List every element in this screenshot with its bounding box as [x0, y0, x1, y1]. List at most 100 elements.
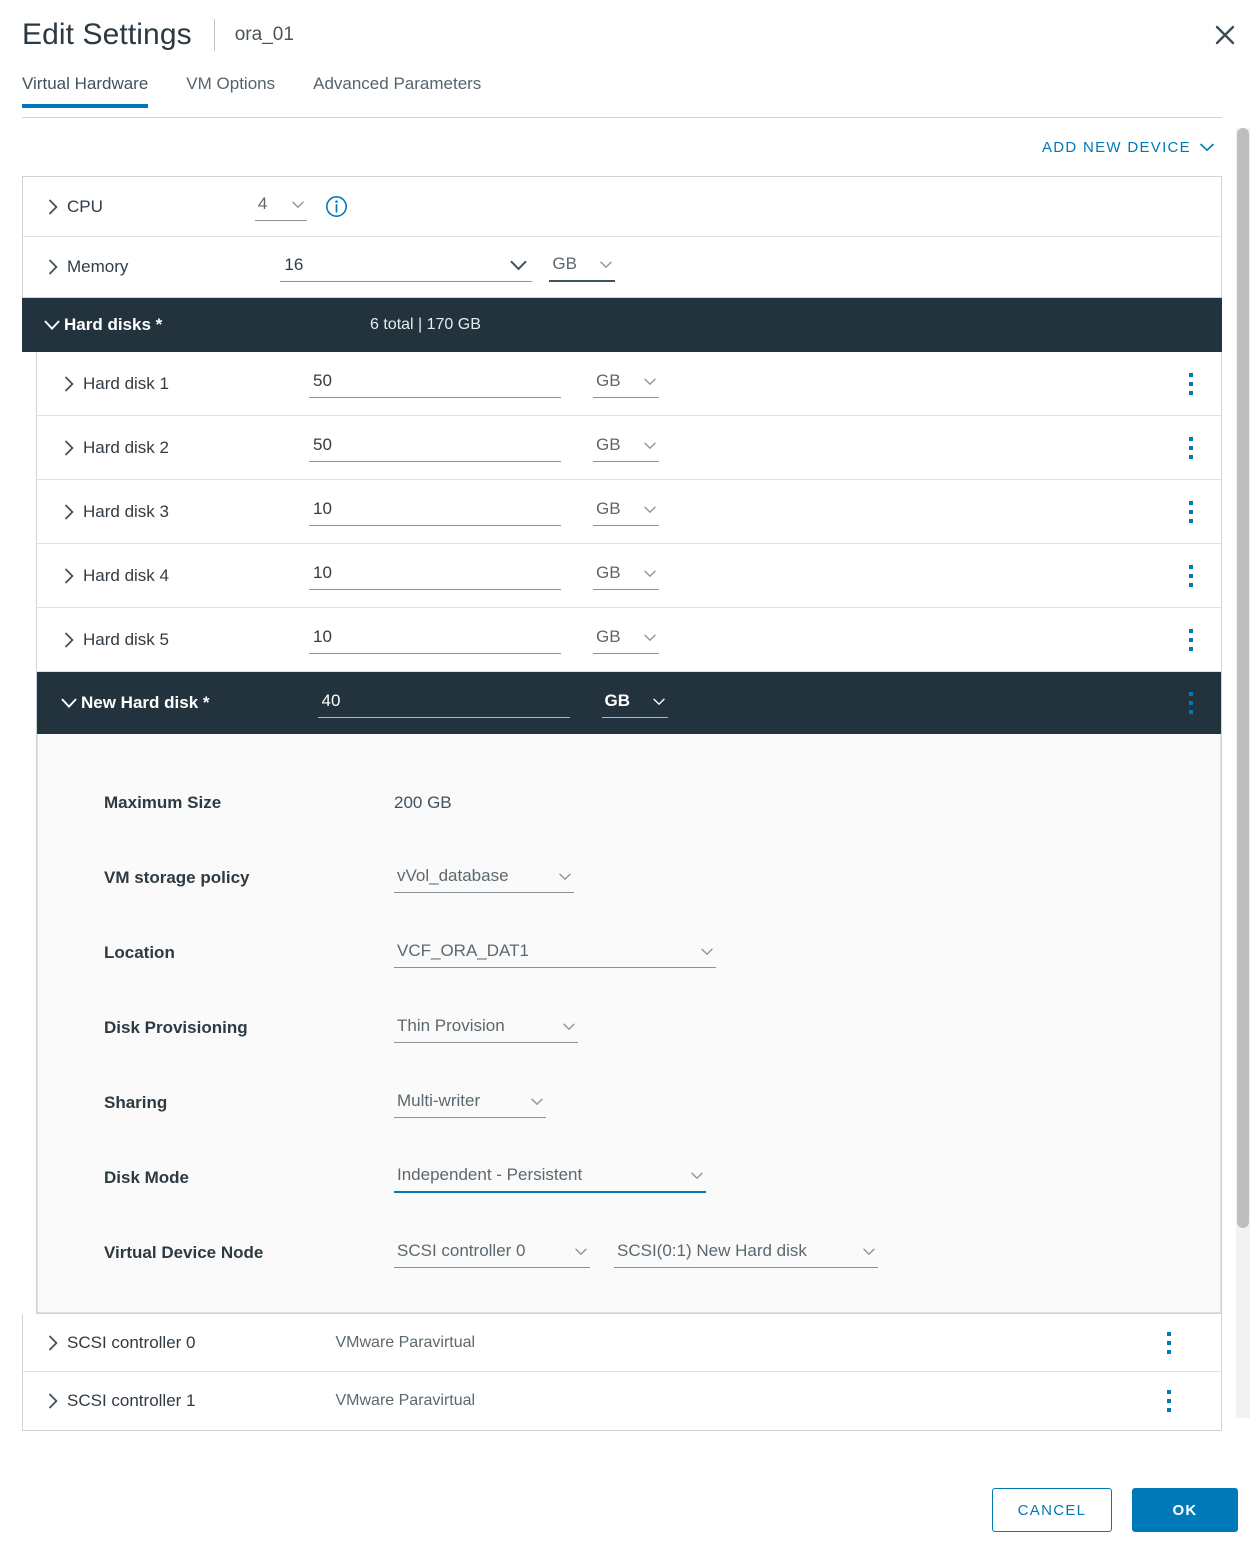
cpu-controls: 4: [254, 192, 348, 221]
new-hard-disk-unit-select[interactable]: GB: [601, 689, 668, 718]
hard-disk-unit-select[interactable]: GB: [592, 369, 659, 398]
field-virtual-device-node: Virtual Device Node SCSI controller 0 SC…: [38, 1228, 1220, 1278]
field-maximum-size: Maximum Size 200 GB: [38, 778, 1220, 828]
hard-disk-size-controls: GB: [308, 369, 659, 398]
hard-disk-more-actions-icon[interactable]: [1185, 369, 1197, 399]
vertical-scrollbar[interactable]: [1236, 128, 1250, 1418]
field-label: Disk Mode: [104, 1168, 190, 1187]
hard-disks-summary: 6 total | 170 GB: [370, 316, 481, 333]
close-button[interactable]: [1208, 18, 1242, 52]
chevron-down-icon: [531, 1091, 543, 1111]
chevron-right-icon[interactable]: [59, 376, 79, 392]
hard-disk-size-input[interactable]: [308, 625, 561, 654]
hard-disk-unit-select[interactable]: GB: [592, 497, 659, 526]
hard-disk-label: Hard disk 4: [83, 565, 169, 585]
cancel-button[interactable]: CANCEL: [992, 1488, 1112, 1532]
hard-disk-unit-select[interactable]: GB: [592, 433, 659, 462]
new-hard-disk-label: New Hard disk *: [81, 693, 210, 712]
info-circle-icon[interactable]: [325, 195, 348, 218]
memory-dropdown-caret-icon[interactable]: [510, 258, 527, 276]
hard-disk-row[interactable]: Hard disk 1 GB: [37, 352, 1221, 416]
chevron-down-icon[interactable]: [59, 698, 79, 709]
chevron-right-icon[interactable]: [59, 440, 79, 456]
location-select[interactable]: VCF_ORA_DAT1: [394, 939, 716, 968]
hard-disk-more-actions-icon[interactable]: [1185, 625, 1197, 655]
controller-label: SCSI controller 0: [67, 1332, 196, 1352]
new-hard-disk-row[interactable]: New Hard disk * GB: [37, 672, 1221, 734]
hard-disk-unit-select[interactable]: GB: [592, 625, 659, 654]
device-list-top: CPU 4 Memory 16 GB: [22, 176, 1222, 298]
virtual-device-node-controller-select[interactable]: SCSI controller 0: [394, 1239, 590, 1268]
tab-virtual-hardware[interactable]: Virtual Hardware: [22, 70, 149, 108]
memory-unit-select[interactable]: GB: [549, 252, 616, 282]
tab-vm-options[interactable]: VM Options: [186, 70, 275, 108]
virtual-device-node-slot-select[interactable]: SCSI(0:1) New Hard disk: [614, 1239, 878, 1268]
disk-mode-select[interactable]: Independent - Persistent: [394, 1163, 706, 1193]
chevron-down-icon: [575, 1241, 587, 1261]
device-row-scsi-controller-1[interactable]: SCSI controller 1 VMware Paravirtual: [23, 1372, 1221, 1430]
hard-disk-row[interactable]: Hard disk 5 GB: [37, 608, 1221, 672]
chevron-right-icon[interactable]: [59, 504, 79, 520]
chevron-down-icon: [292, 194, 304, 214]
new-hard-disk-size-controls: GB: [317, 688, 668, 718]
vm-storage-policy-value: vVol_database: [397, 865, 509, 885]
tab-advanced-parameters[interactable]: Advanced Parameters: [313, 70, 481, 108]
hard-disk-row[interactable]: Hard disk 4 GB: [37, 544, 1221, 608]
hard-disk-rows: Hard disk 1 GB Hard disk 2: [36, 352, 1222, 1314]
add-new-device-label: ADD NEW DEVICE: [1041, 138, 1191, 156]
tab-bar: Virtual Hardware VM Options Advanced Par…: [0, 70, 1260, 118]
chevron-right-icon[interactable]: [43, 1335, 63, 1351]
device-row-cpu[interactable]: CPU 4: [23, 177, 1221, 237]
hard-disk-unit-value: GB: [595, 627, 621, 646]
hard-disk-more-actions-icon[interactable]: [1185, 497, 1197, 527]
add-new-device-button[interactable]: ADD NEW DEVICE: [1042, 139, 1214, 156]
hard-disk-label: Hard disk 2: [83, 437, 169, 457]
memory-controls: GB: [280, 252, 616, 282]
chevron-down-icon[interactable]: [42, 320, 62, 331]
hard-disk-unit-select[interactable]: GB: [592, 561, 659, 590]
scrollbar-thumb[interactable]: [1237, 128, 1249, 1228]
hard-disk-label: Hard disk 1: [83, 373, 169, 393]
memory-unit-value: GB: [552, 254, 577, 273]
hard-disk-size-input[interactable]: [308, 561, 561, 590]
cpu-count-select[interactable]: 4: [254, 192, 307, 221]
chevron-right-icon[interactable]: [59, 632, 79, 648]
sharing-select[interactable]: Multi-writer: [394, 1089, 546, 1118]
virtual-device-node-slot-value: SCSI(0:1) New Hard disk: [617, 1240, 807, 1260]
chevron-right-icon[interactable]: [43, 1393, 63, 1409]
chevron-down-icon: [691, 1165, 703, 1185]
device-row-memory[interactable]: Memory GB: [23, 237, 1221, 297]
tab-label: Virtual Hardware: [22, 74, 149, 93]
field-label: Location: [104, 943, 175, 962]
new-hard-disk-size-input[interactable]: [317, 688, 570, 718]
hard-disk-size-input[interactable]: [308, 369, 561, 398]
chevron-right-icon[interactable]: [43, 199, 63, 215]
hard-disk-size-input[interactable]: [308, 433, 561, 462]
device-label-memory: Memory: [67, 257, 129, 276]
hard-disk-more-actions-icon[interactable]: [1185, 433, 1197, 463]
chevron-down-icon: [644, 499, 656, 519]
section-header-hard-disks[interactable]: Hard disks * 6 total | 170 GB: [22, 298, 1222, 352]
ok-button[interactable]: OK: [1132, 1488, 1238, 1532]
hard-disk-row[interactable]: Hard disk 3 GB: [37, 480, 1221, 544]
device-label-cpu: CPU: [67, 196, 103, 216]
controller-type: VMware Paravirtual: [335, 1333, 476, 1351]
chevron-down-icon: [1200, 139, 1214, 156]
hard-disk-more-actions-icon[interactable]: [1185, 561, 1197, 591]
hard-disk-unit-value: GB: [595, 563, 621, 582]
memory-size-input[interactable]: [280, 252, 533, 282]
device-row-scsi-controller-0[interactable]: SCSI controller 0 VMware Paravirtual: [23, 1314, 1221, 1372]
hard-disk-size-input[interactable]: [308, 497, 561, 526]
chevron-right-icon[interactable]: [43, 259, 63, 275]
field-label: Disk Provisioning: [104, 1018, 248, 1037]
chevron-right-icon[interactable]: [59, 568, 79, 584]
vm-storage-policy-select[interactable]: vVol_database: [394, 864, 574, 893]
hard-disk-row[interactable]: Hard disk 2 GB: [37, 416, 1221, 480]
controller-more-actions-icon[interactable]: [1163, 1386, 1175, 1416]
cpu-count-value: 4: [257, 194, 268, 213]
chevron-down-icon: [644, 563, 656, 583]
disk-provisioning-select[interactable]: Thin Provision: [394, 1014, 578, 1043]
field-location: Location VCF_ORA_DAT1: [38, 928, 1220, 978]
new-hard-disk-more-actions-icon[interactable]: [1185, 688, 1197, 718]
controller-more-actions-icon[interactable]: [1163, 1328, 1175, 1358]
